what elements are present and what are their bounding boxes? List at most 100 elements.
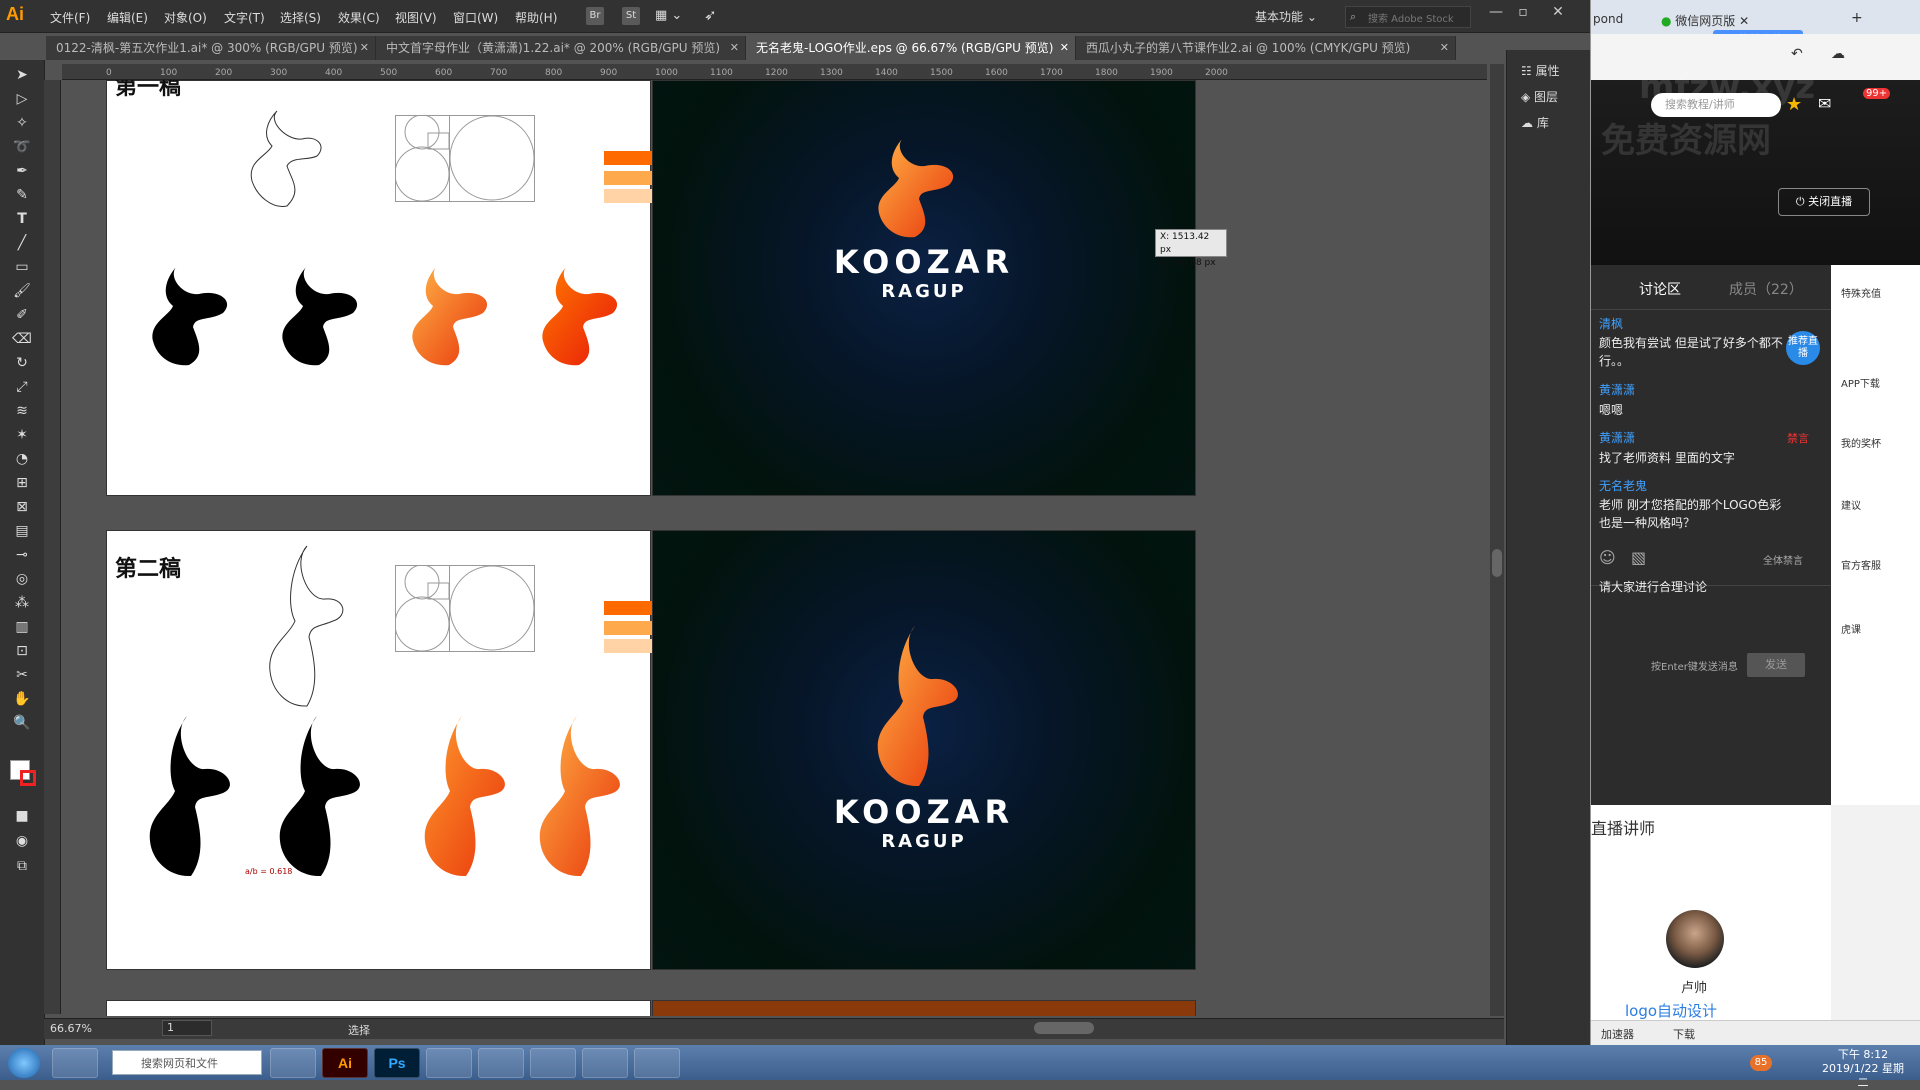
slice-tool-icon[interactable]: ✂ <box>10 664 34 686</box>
close-live-button[interactable]: ⏻ 关闭直播 <box>1778 188 1870 216</box>
artboard-dark-1[interactable]: KOOZAR RAGUP <box>652 80 1196 496</box>
arrange-documents-icon[interactable]: ▦ ⌄ <box>655 8 685 24</box>
menu-file[interactable]: 文件(F) <box>50 9 90 26</box>
tab-discussion[interactable]: 讨论区 <box>1639 279 1681 299</box>
rectangle-tool-icon[interactable]: ▭ <box>10 256 34 278</box>
stroke-color-swatch[interactable] <box>20 770 36 786</box>
cloud-task-icon[interactable] <box>634 1048 680 1078</box>
menu-object[interactable]: 对象(O) <box>164 9 207 26</box>
artboard-dark-2[interactable]: KOOZAR RAGUP <box>652 530 1196 970</box>
shaper-tool-icon[interactable]: ✐ <box>10 304 34 326</box>
zoom-level[interactable]: 66.67% <box>50 1022 92 1035</box>
menu-type[interactable]: 文字(T) <box>224 9 265 26</box>
magic-wand-tool-icon[interactable]: ✧ <box>10 112 34 134</box>
stock-search-input[interactable]: ⌕ 搜索 Adobe Stock <box>1345 6 1471 28</box>
hu-course-link[interactable]: 虎课 <box>1841 621 1911 636</box>
draw-mode-icon[interactable]: ◉ <box>10 830 34 852</box>
cloud-icon[interactable]: ☁ <box>1831 46 1845 62</box>
course-search-input[interactable]: 搜索教程/讲师 <box>1651 93 1781 117</box>
artboard-4-partial[interactable] <box>652 1000 1196 1016</box>
perspective-grid-tool-icon[interactable]: ⊞ <box>10 472 34 494</box>
browser-task-icon[interactable] <box>270 1048 316 1078</box>
column-graph-tool-icon[interactable]: ▥ <box>10 616 34 638</box>
accelerator-button[interactable]: 加速器 <box>1601 1026 1634 1042</box>
close-icon[interactable]: ✕ <box>1545 4 1571 24</box>
menu-select[interactable]: 选择(S) <box>280 9 321 26</box>
close-icon[interactable]: ✕ <box>1440 36 1449 60</box>
line-tool-icon[interactable]: ╱ <box>10 232 34 254</box>
star-icon[interactable]: ★ <box>1786 94 1802 115</box>
send-button[interactable]: 发送 <box>1747 653 1805 677</box>
doc-tab-2[interactable]: 中文首字母作业（黄潇潇)1.22.ai* @ 200% (RGB/GPU 预览)… <box>376 36 746 60</box>
file-explorer-task-icon[interactable] <box>530 1048 576 1078</box>
shape-builder-tool-icon[interactable]: ◔ <box>10 448 34 470</box>
canvas[interactable]: 第一稿 KOOZAR RAGUP 第二稿 a/b = 0.618 KOOZAR … <box>62 80 1487 1016</box>
minimize-icon[interactable]: — <box>1483 4 1509 24</box>
wps-task-icon[interactable] <box>426 1048 472 1078</box>
bridge-button[interactable]: Br <box>586 7 604 25</box>
close-icon[interactable]: ✕ <box>360 36 369 60</box>
trophy-link[interactable]: 我的奖杯 <box>1841 435 1911 450</box>
browser-tab[interactable]: ● 微信网页版 ✕ <box>1661 12 1749 29</box>
emoji-icon[interactable]: ☺ <box>1599 548 1616 567</box>
scroll-thumb[interactable] <box>1492 549 1502 577</box>
close-icon[interactable]: ✕ <box>1060 36 1069 60</box>
lasso-tool-icon[interactable]: ➰ <box>10 136 34 158</box>
recommend-live-badge[interactable]: 推荐直播 <box>1786 331 1820 365</box>
course-title-link[interactable]: logo自动设计 <box>1625 1000 1717 1021</box>
screen-mode-icon[interactable]: ⧉ <box>10 855 34 877</box>
selection-tool-icon[interactable]: ➤ <box>10 64 34 86</box>
illustrator-task-icon[interactable]: Ai <box>322 1048 368 1078</box>
workspace-switcher[interactable]: 基本功能 ⌄ <box>1255 8 1317 25</box>
zoom-tool-icon[interactable]: 🔍 <box>10 712 34 734</box>
undo-icon[interactable]: ↶ <box>1791 46 1803 62</box>
stock-button[interactable]: St <box>622 7 640 25</box>
eraser-tool-icon[interactable]: ⌫ <box>10 328 34 350</box>
image-icon[interactable]: ▧ <box>1631 548 1646 567</box>
mute-user-link[interactable]: 禁言 <box>1787 430 1809 446</box>
system-clock[interactable]: 下午 8:12 2019/1/22 星期二 <box>1818 1048 1908 1090</box>
obs-task-icon[interactable] <box>582 1048 628 1078</box>
mesh-tool-icon[interactable]: ⊠ <box>10 496 34 518</box>
browser-tab[interactable]: pond <box>1593 12 1623 26</box>
menu-window[interactable]: 窗口(W) <box>453 9 498 26</box>
doc-tab-4[interactable]: 西瓜小丸子的第八节课作业2.ai @ 100% (CMYK/GPU 预览) ✕ <box>1076 36 1456 60</box>
wechat-task-icon[interactable] <box>478 1048 524 1078</box>
close-icon[interactable]: ✕ <box>730 36 739 60</box>
send-icon[interactable]: ➶ <box>704 6 724 24</box>
app-download-link[interactable]: APP下载 <box>1841 375 1911 390</box>
artboard-draft-2[interactable]: 第二稿 a/b = 0.618 <box>106 530 654 970</box>
blend-tool-icon[interactable]: ◎ <box>10 568 34 590</box>
feedback-link[interactable]: 建议 <box>1841 497 1911 512</box>
taskbar-search-input[interactable]: 搜索网页和文件 <box>112 1050 262 1075</box>
tray-badge[interactable]: 85 <box>1750 1055 1772 1071</box>
eyedropper-tool-icon[interactable]: ⊸ <box>10 544 34 566</box>
paintbrush-tool-icon[interactable]: 🖌 <box>10 280 34 302</box>
artboard-3-partial[interactable] <box>106 1000 651 1016</box>
puppet-warp-tool-icon[interactable]: ✶ <box>10 424 34 446</box>
mail-icon[interactable]: ✉ <box>1818 94 1831 113</box>
rotate-tool-icon[interactable]: ↻ <box>10 352 34 374</box>
symbol-sprayer-tool-icon[interactable]: ⁂ <box>10 592 34 614</box>
tab-members[interactable]: 成员（22） <box>1729 279 1803 299</box>
menu-edit[interactable]: 编辑(E) <box>107 9 148 26</box>
direct-selection-tool-icon[interactable]: ▷ <box>10 88 34 110</box>
curvature-tool-icon[interactable]: ✎ <box>10 184 34 206</box>
support-link[interactable]: 官方客服 <box>1841 557 1911 572</box>
mute-all-button[interactable]: 全体禁言 <box>1763 552 1803 567</box>
color-mode-icon[interactable]: ■ <box>10 805 34 827</box>
menu-effect[interactable]: 效果(C) <box>338 9 380 26</box>
libraries-panel-button[interactable]: ☁ 库 <box>1521 114 1549 131</box>
start-button[interactable] <box>8 1048 40 1078</box>
warp-tool-icon[interactable]: ≋ <box>10 400 34 422</box>
properties-panel-button[interactable]: ☷ 属性 <box>1521 62 1560 79</box>
recharge-link[interactable]: 特殊充值 <box>1841 285 1911 300</box>
app-icon[interactable] <box>52 1048 98 1078</box>
new-tab-icon[interactable]: + <box>1851 10 1863 26</box>
teacher-avatar[interactable] <box>1666 910 1724 968</box>
artboard-draft-1[interactable]: 第一稿 <box>106 80 654 496</box>
menu-help[interactable]: 帮助(H) <box>515 9 557 26</box>
horizontal-scroll-thumb[interactable] <box>1034 1022 1094 1034</box>
pen-tool-icon[interactable]: ✒ <box>10 160 34 182</box>
download-button[interactable]: 下载 <box>1673 1026 1695 1042</box>
